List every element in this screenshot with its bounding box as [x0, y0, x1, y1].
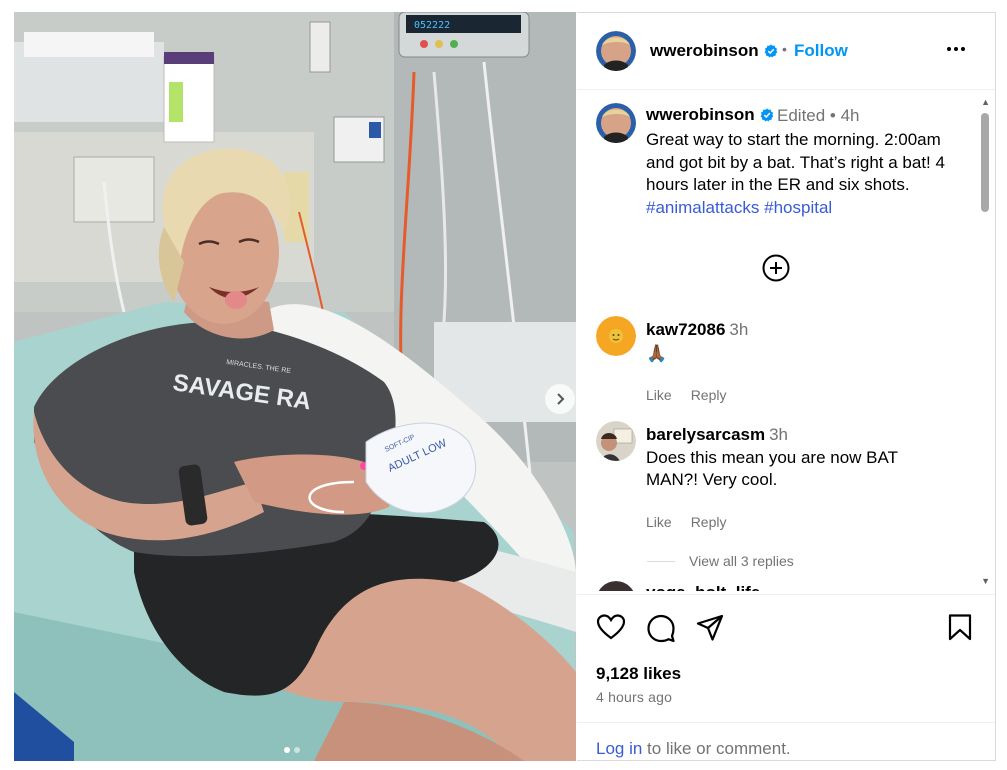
header-separator: • — [782, 41, 787, 57]
like-comment-button[interactable]: Like — [646, 387, 672, 403]
comment-text: Does this mean you are now BAT MAN?! Ver… — [646, 448, 898, 489]
post-photo[interactable]: 052222 SAVAGE RA MIRACLES. THE RE ADULT … — [14, 12, 576, 761]
hashtag-link[interactable]: #hospital — [764, 198, 832, 217]
commenter-avatar[interactable] — [596, 421, 636, 461]
likes-count[interactable]: 9,128 likes — [596, 664, 681, 684]
login-link[interactable]: Log in — [596, 739, 642, 758]
view-replies-button[interactable]: View all 3 replies — [647, 553, 794, 569]
scrollbar-thumb[interactable] — [981, 113, 989, 212]
chevron-right-icon — [557, 393, 565, 405]
comment-text: 🙏🏾 — [646, 344, 668, 363]
avatar-image — [596, 316, 636, 356]
comment-username-row[interactable]: barelysarcasm 3h — [646, 425, 788, 445]
avatar-image — [596, 31, 636, 71]
author-username[interactable]: wwerobinson — [650, 41, 759, 61]
carousel-dot-active — [284, 747, 290, 753]
avatar-image — [598, 581, 634, 591]
scroll-down-arrow[interactable]: ▼ — [981, 576, 990, 586]
next-photo-button[interactable] — [545, 384, 575, 414]
monitor-readout: 052222 — [414, 20, 450, 31]
comment-icon[interactable] — [646, 613, 676, 643]
heart-icon[interactable] — [596, 613, 626, 641]
carousel-dots — [284, 747, 300, 753]
login-prompt-text: to like or comment. — [642, 739, 791, 758]
comment-username[interactable]: kaw72086 — [646, 320, 725, 339]
replies-divider — [647, 560, 675, 562]
author-avatar[interactable] — [596, 31, 636, 71]
reply-comment-button[interactable]: Reply — [691, 514, 727, 530]
comment-username-row[interactable]: kaw72086 3h — [646, 320, 748, 340]
carousel-dot — [294, 747, 300, 753]
caption-username[interactable]: wwerobinson — [646, 105, 755, 125]
verified-badge-icon — [764, 44, 777, 58]
caption-username-row[interactable]: wwerobinson — [646, 105, 774, 125]
avatar-image — [596, 103, 636, 143]
caption-body: Great way to start the morning. 2:00am a… — [646, 130, 945, 194]
comment-username[interactable]: barelysarcasm — [646, 425, 765, 444]
comment-username[interactable]: yoga_holt_life — [646, 583, 760, 591]
caption-text: Great way to start the morning. 2:00am a… — [646, 129, 966, 219]
login-prompt: Log in to like or comment. — [577, 722, 995, 763]
view-replies-label: View all 3 replies — [689, 553, 794, 569]
hashtag-link[interactable]: #animalattacks — [646, 198, 759, 217]
commenter-avatar[interactable] — [596, 316, 636, 356]
author-username-row[interactable]: wwerobinson — [650, 41, 778, 61]
comment-time: 3h — [729, 320, 749, 339]
comments-scroll-area[interactable]: wwerobinson Edited • 4h Great way to sta… — [577, 91, 995, 591]
post-header: wwerobinson • Follow — [577, 13, 995, 90]
scroll-up-arrow[interactable]: ▲ — [981, 97, 990, 107]
avatar-image — [596, 421, 636, 461]
post-timestamp: 4 hours ago — [596, 689, 673, 705]
like-comment-button[interactable]: Like — [646, 514, 672, 530]
follow-button[interactable]: Follow — [794, 41, 848, 61]
reply-comment-button[interactable]: Reply — [691, 387, 727, 403]
comment-actions: Like Reply — [646, 514, 726, 530]
add-comment-icon[interactable] — [761, 253, 791, 283]
post-actions-bar: 9,128 likes 4 hours ago Log in to like o… — [577, 594, 995, 762]
comment-actions: Like Reply — [646, 387, 726, 403]
post-details-panel: wwerobinson • Follow wwerobinson Edited … — [577, 12, 996, 761]
caption-author-avatar[interactable] — [596, 103, 636, 143]
verified-badge-icon — [760, 108, 773, 122]
bookmark-icon[interactable] — [947, 613, 973, 641]
commenter-avatar[interactable] — [596, 581, 636, 591]
share-icon[interactable] — [695, 613, 725, 643]
more-options-icon[interactable] — [947, 47, 965, 51]
caption-meta: Edited • 4h — [777, 106, 860, 125]
comment-time: 3h — [769, 425, 789, 444]
hospital-scene-image: 052222 SAVAGE RA MIRACLES. THE RE ADULT … — [14, 12, 576, 761]
